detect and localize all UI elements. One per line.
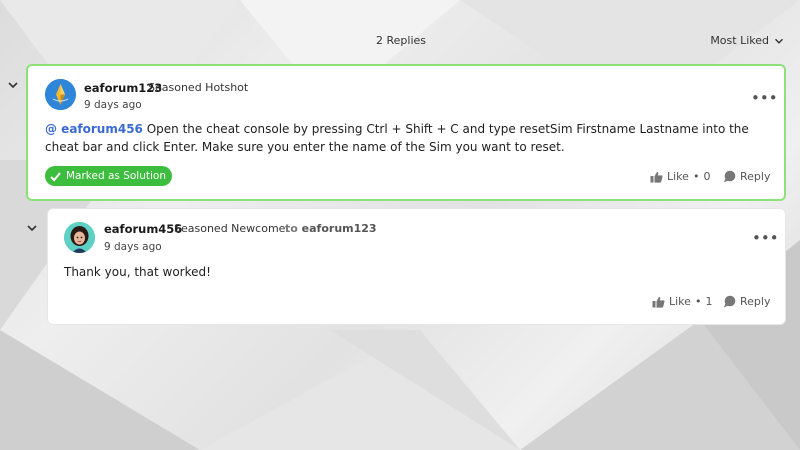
like-count: 0 [703,170,711,183]
like-separator: • [694,295,702,308]
avatar-eaforum123[interactable] [45,79,76,110]
post-username[interactable]: eaforum456 [104,222,182,236]
thumbs-up-icon [650,171,663,183]
reply-to-username: eaforum123 [301,222,377,235]
like-count: 1 [705,295,713,308]
post-body: @ eaforum456 Open the cheat console by p… [45,120,770,156]
solution-label: Marked as Solution [66,170,166,182]
reply-label: Reply [740,170,771,183]
like-label: Like [667,170,689,183]
post-body: Thank you, that worked! [64,263,764,281]
marked-as-solution-badge: Marked as Solution [45,166,172,186]
sort-dropdown[interactable]: Most Liked [710,34,784,47]
replies-header: 2 Replies Most Liked [0,32,800,50]
chevron-down-icon [775,38,783,44]
post-user-rank: Seasoned Newcomer [174,222,290,235]
like-button[interactable]: Like • 1 [652,295,712,308]
reply-button[interactable]: Reply [723,170,770,183]
post-body-text: Thank you, that worked! [64,265,211,279]
post-card-eaforum123: eaforum123 Seasoned Hotshot 9 days ago •… [26,64,786,201]
post-user-rank: Seasoned Hotshot [148,81,249,94]
like-separator: • [692,170,700,183]
reply-bubble-icon [724,295,736,308]
collapse-post-1-chevron-icon[interactable] [6,78,20,92]
avatar-eaforum456[interactable] [64,222,95,253]
like-button[interactable]: Like • 0 [650,170,710,183]
check-icon [50,171,61,181]
more-options-icon[interactable]: ••• [751,91,778,106]
post-timestamp: 9 days ago [84,99,142,111]
post-body-text: Open the cheat console by pressing Ctrl … [45,122,749,154]
reply-to-prefix: to [285,222,298,235]
replies-count: 2 Replies [376,34,427,47]
post-timestamp: 9 days ago [104,241,162,253]
collapse-post-2-chevron-icon[interactable] [25,221,39,235]
mention-link[interactable]: @ eaforum456 [45,122,143,136]
reply-to-indicator[interactable]: to eaforum123 [285,222,377,235]
more-options-icon[interactable]: ••• [752,231,779,246]
reply-button[interactable]: Reply [723,295,770,308]
sort-label: Most Liked [710,34,769,47]
sim-avatar-icon [64,222,95,253]
reply-bubble-icon [724,170,736,183]
reply-label: Reply [740,295,771,308]
like-label: Like [669,295,691,308]
post-card-eaforum456: eaforum456 Seasoned Newcomer to eaforum1… [47,208,786,325]
plumbob-avatar-icon [45,79,76,110]
thumbs-up-icon [652,296,665,308]
